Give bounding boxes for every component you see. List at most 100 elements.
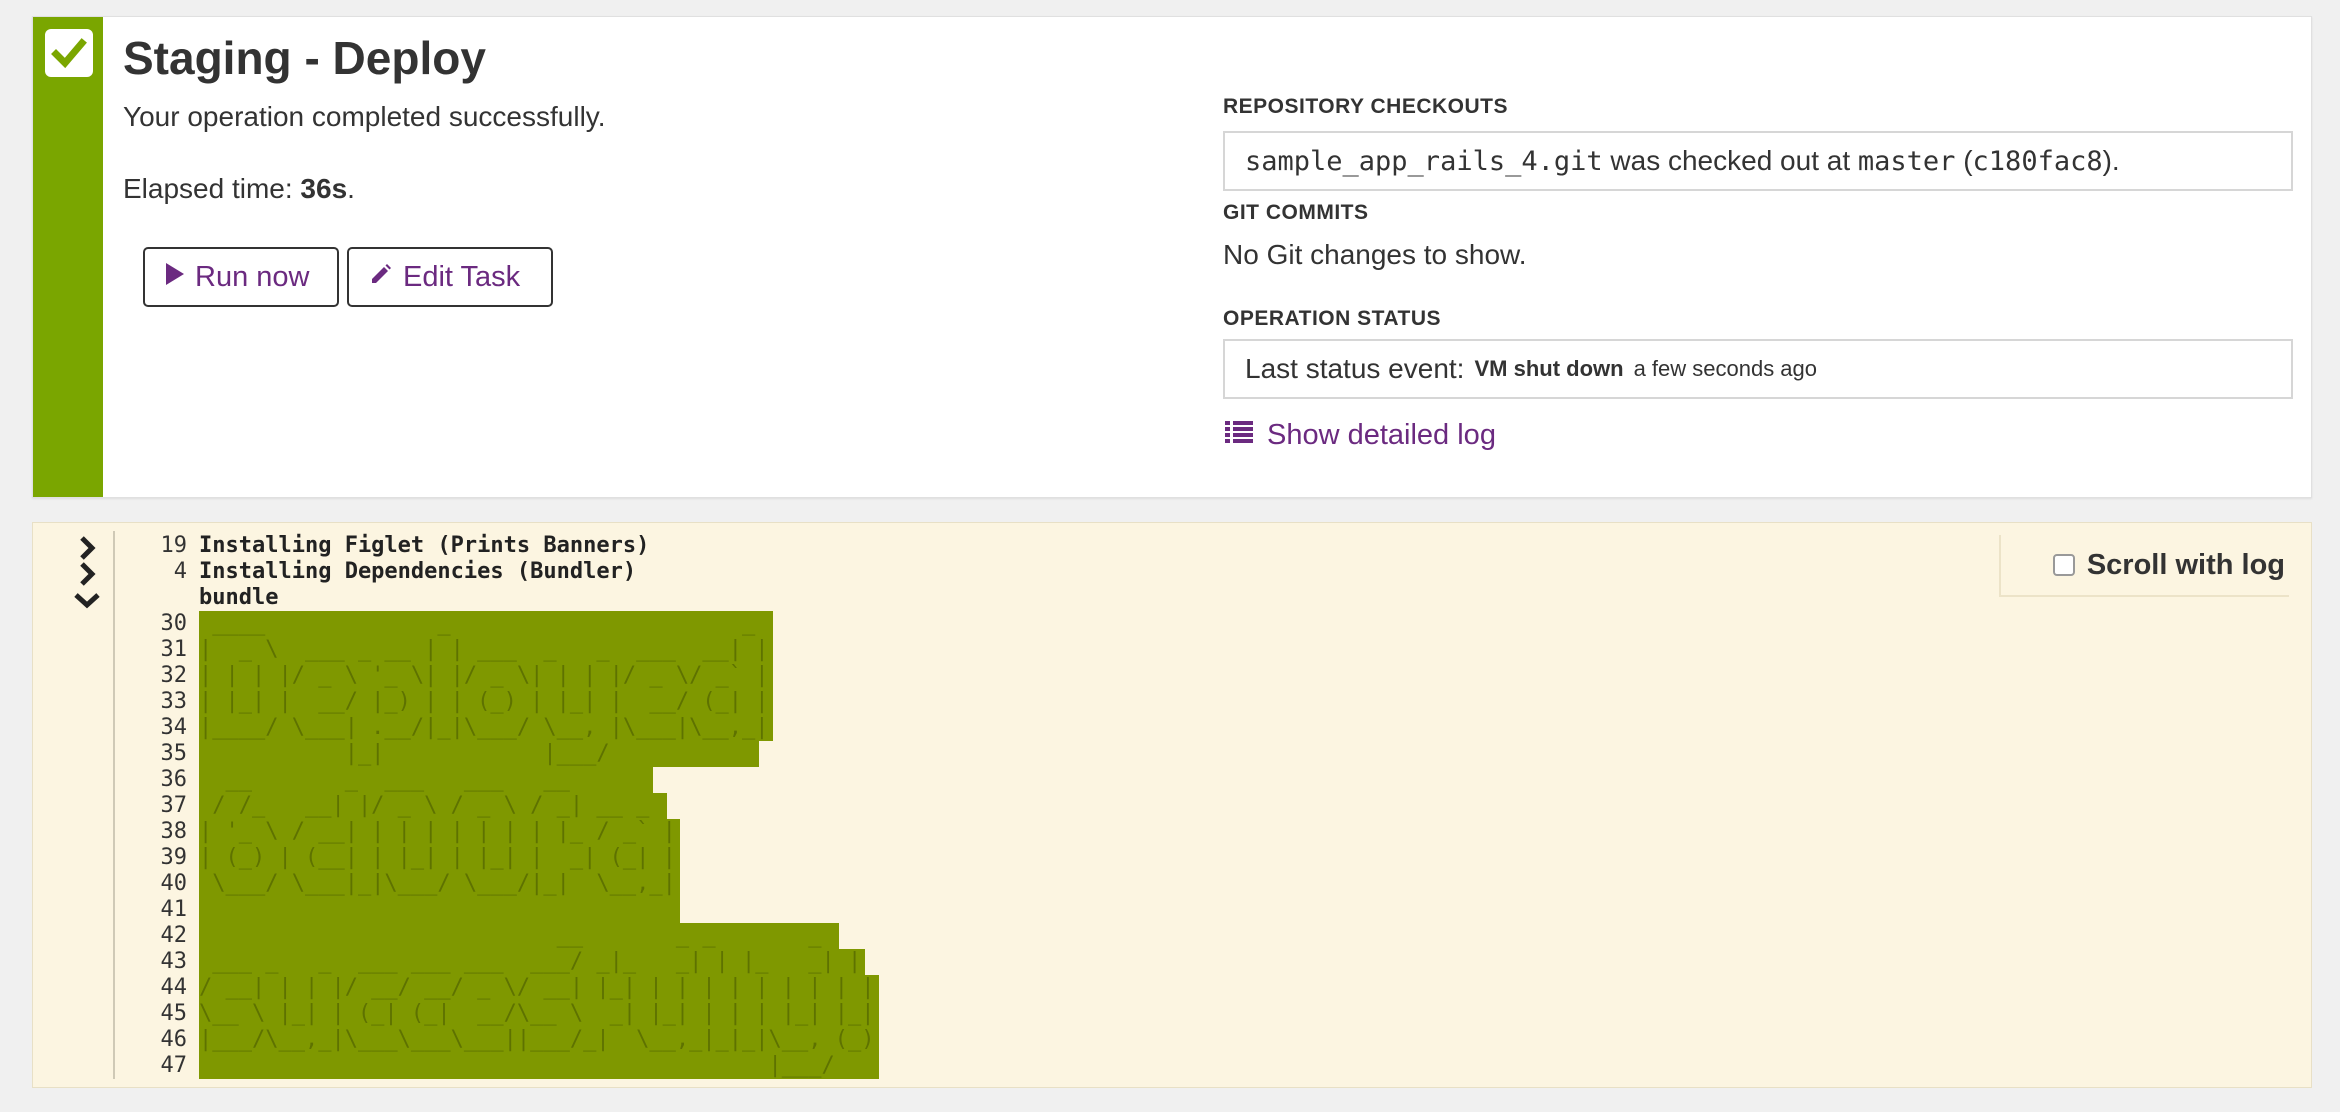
log-line: 38 | '_ \ / __| | | | | | | | |_ / _` | [125,819,879,845]
log-output-panel[interactable]: 19 Installing Figlet (Prints Banners) 4 … [32,522,2312,1088]
line-number: 37 [160,793,188,818]
line-text: \__ \ |_| | (_| (_| __/\__ \ _| |_| | | … [199,1001,879,1027]
play-icon [165,261,185,294]
status-message: Your operation completed successfully. [123,101,606,132]
line-number: 45 [160,1001,188,1026]
line-number: 43 [160,949,188,974]
log-line: 33 | |_| | __/ |_) | | (_) | |_| | __/ (_… [125,689,879,715]
page-title: Staging - Deploy [123,32,486,84]
status-label: Last status event: [1245,353,1465,384]
line-number: 44 [160,975,188,1000]
scroll-with-log-checkbox[interactable] [2052,554,2075,576]
status-event: VM shut down [1474,356,1624,381]
line-text: | _ \ ___ _ __ | | ___ _ _ ___ __| | [199,637,773,663]
line-number: 46 [160,1027,188,1052]
log-line: 47 |___/ [125,1053,879,1079]
log-group-row[interactable]: bundle [125,585,879,611]
run-now-label: Run now [195,260,310,293]
check-icon [45,29,93,77]
group-title: bundle [199,585,279,610]
line-text: __ _ _ _ [199,923,839,949]
group-line-count: 19 [160,533,188,558]
log-line: 37 / /_ __| |/ _ \ / _ \ / _| __ _ [125,793,879,819]
line-number: 41 [160,897,188,922]
chevron-right-icon[interactable] [73,561,101,587]
log-line: 42 __ _ _ _ [125,923,879,949]
pencil-icon [369,261,393,294]
line-text: __ _ ___ ___ __ [199,767,654,793]
elapsed-suffix: . [347,173,355,204]
log-group-row[interactable]: 4 Installing Dependencies (Bundler) [125,559,879,585]
log-line: 44 / __| | | |/ __/ __/ _ \/ __| |_| | | … [125,975,879,1001]
checkout-text: was checked out at [1602,145,1858,176]
line-text: |____/ \___| .__/|_|\___/ \__, |\___|\__… [199,715,773,741]
repository-checkouts-heading: REPOSITORY CHECKOUTS [1223,95,1508,118]
gutter-divider [113,531,115,1079]
elapsed-label: Elapsed time: [123,173,301,204]
line-text: ____ _ _ [199,611,773,637]
operation-status-box: Last status event: VM shut down a few seco… [1223,339,2293,399]
line-number: 42 [160,923,188,948]
log-line: 39 | (_) | (__| | |_| | |_| | _| (_| | [125,845,879,871]
line-text [199,897,680,923]
operation-status-heading: OPERATION STATUS [1223,307,1441,330]
line-number: 38 [160,819,188,844]
line-number: 30 [160,611,188,636]
log-line: 32 | | | |/ _ \ '_ \| |/ _ \| | | |/ _ \/… [125,663,879,689]
line-number: 40 [160,871,188,896]
line-number: 31 [160,637,188,662]
log-line: 40 \___/ \___|_|\___/ \___/|_| \__,_| [125,871,879,897]
scroll-with-log-toggle[interactable]: Scroll with log [1999,535,2289,597]
line-number: 35 [160,741,188,766]
git-commits-text: No Git changes to show. [1223,239,1527,270]
repository-checkout-box: sample_app_rails_4.git was checked out a… [1223,131,2293,191]
line-text: |_| |___/ [199,741,760,767]
line-text: |___/ [199,1053,879,1079]
elapsed-value: 36s [300,173,348,204]
run-now-button[interactable]: Run now [143,247,339,307]
log-group-row[interactable]: 19 Installing Figlet (Prints Banners) [125,533,879,559]
group-line-count [125,585,199,611]
line-text: ___ _ _ ___ ___ ___ ___/ _|_ _| | |_ _| … [199,949,866,975]
log-line: 31 | _ \ ___ _ __ | | ___ _ _ ___ __| | [125,637,879,663]
git-commits-heading: GIT COMMITS [1223,201,1369,224]
log-line: 35 |_| |___/ [125,741,879,767]
log-line: 43 ___ _ _ ___ ___ ___ ___/ _|_ _| | |_ … [125,949,879,975]
line-text: / /_ __| |/ _ \ / _ \ / _| __ _ [199,793,667,819]
chevron-down-icon[interactable] [73,587,101,613]
scroll-with-log-label: Scroll with log [2086,548,2285,581]
line-text: | | | |/ _ \ '_ \| |/ _ \| | | |/ _ \/ _… [199,663,773,689]
line-number: 47 [160,1053,188,1078]
group-title: Installing Figlet (Prints Banners) [199,533,650,558]
elapsed-time: Elapsed time: 36s. [123,173,355,205]
log-line: 34 |____/ \___| .__/|_|\___/ \__, |\___|\… [125,715,879,741]
log-line: 41 [125,897,879,923]
log-lines: 19 Installing Figlet (Prints Banners) 4 … [125,533,879,1079]
line-text: | (_) | (__| | |_| | |_| | _| (_| | [199,845,680,871]
repo-name: sample_app_rails_4.git [1245,145,1603,177]
edit-task-button[interactable]: Edit Task [347,247,553,307]
edit-task-label: Edit Task [403,260,521,293]
line-number: 39 [160,845,188,870]
line-number: 33 [160,689,188,714]
log-line: 36 __ _ ___ ___ __ [125,767,879,793]
group-title: Installing Dependencies (Bundler) [199,559,637,584]
branch-name: master [1857,145,1956,177]
close-paren: ). [2102,145,2120,176]
line-text: \___/ \___|_|\___/ \___/|_| \__,_| [199,871,680,897]
line-number: 32 [160,663,188,688]
line-text: |___/\__,_|\___\___\___||___/_| \__,_|_|… [199,1027,879,1053]
log-line: 46 |___/\__,_|\___\___\___||___/_| \__,_|… [125,1027,879,1053]
line-text: / __| | | |/ __/ __/ _ \/ __| |_| | | | … [199,975,879,1001]
show-detailed-log-link[interactable]: Show detailed log [1225,419,1496,452]
line-text: | |_| | __/ |_) | | (_) | |_| | __/ (_| … [199,689,773,715]
log-line: 45 \__ \ |_| | (_| (_| __/\__ \ _| |_| | … [125,1001,879,1027]
status-time: a few seconds ago [1633,356,1818,381]
chevron-right-icon[interactable] [73,535,101,561]
line-number: 34 [160,715,188,740]
line-text: | '_ \ / __| | | | | | | | |_ / _` | [199,819,680,845]
list-icon [1225,419,1253,452]
show-detailed-log-label: Show detailed log [1267,419,1496,451]
task-status-panel: Staging - Deploy Your operation complete… [32,16,2312,498]
open-paren: ( [1955,145,1973,176]
